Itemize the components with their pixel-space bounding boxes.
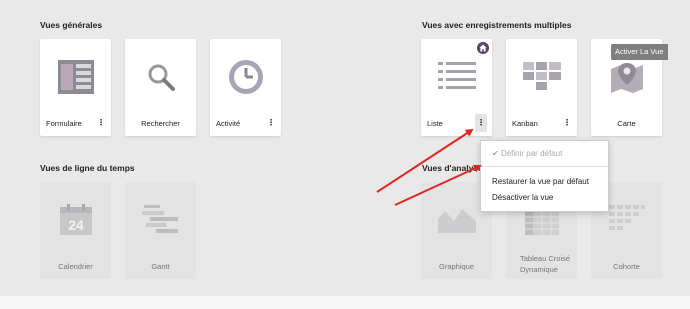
annotation-arrows xyxy=(376,128,482,206)
arrow-to-kebab xyxy=(376,128,474,193)
